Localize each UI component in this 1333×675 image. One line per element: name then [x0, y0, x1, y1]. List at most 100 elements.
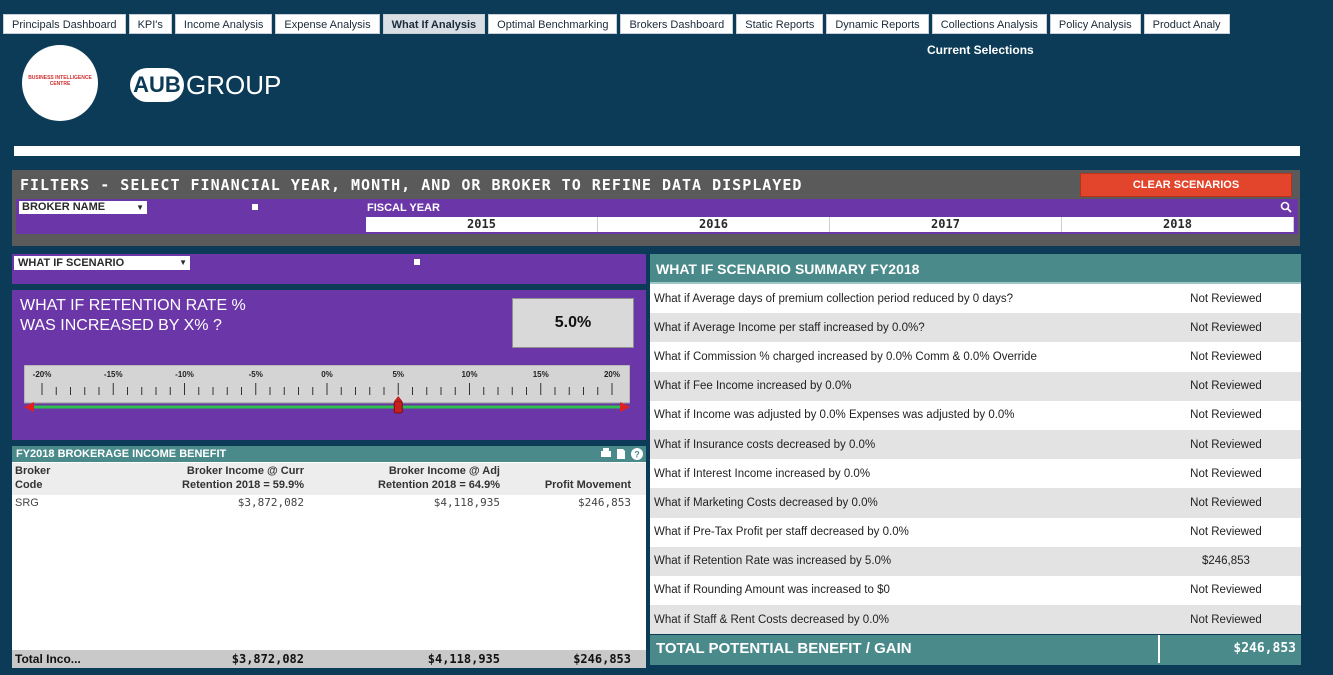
current-selections-label[interactable]: Current Selections — [927, 43, 1034, 57]
bic-logo-text: BUSINESS INTELLIGENCE CENTRE — [28, 75, 92, 87]
slider-tick-label: -5% — [249, 370, 263, 379]
summary-row: What if Staff & Rent Costs decreased by … — [650, 605, 1301, 635]
tab-kpi-s[interactable]: KPI's — [128, 14, 172, 34]
slider-tick-label: 15% — [533, 370, 549, 379]
summary-row: What if Average Income per staff increas… — [650, 313, 1301, 343]
tab-product-analy[interactable]: Product Analy — [1143, 14, 1230, 34]
tab-income-analysis[interactable]: Income Analysis — [174, 14, 273, 34]
broker-name-dropdown[interactable]: BROKER NAME ▼ — [19, 201, 147, 214]
summary-row: What if Marketing Costs decreased by 0.0… — [650, 488, 1301, 518]
brokerage-table-title-text: FY2018 BROKERAGE INCOME BENEFIT — [16, 448, 227, 460]
slider-tick-label: 20% — [604, 370, 620, 379]
retention-title: WHAT IF RETENTION RATE % WAS INCREASED B… — [20, 296, 246, 336]
summary-question: What if Rounding Amount was increased to… — [654, 584, 890, 597]
summary-total-value: $246,853 — [1158, 635, 1300, 663]
summary-status: Not Reviewed — [1190, 526, 1262, 539]
svg-text:?: ? — [634, 450, 640, 460]
header-profit-movement[interactable]: Profit Movement — [500, 478, 631, 492]
clear-scenarios-button[interactable]: CLEAR SCENARIOS — [1080, 173, 1292, 197]
summary-question: What if Insurance costs decreased by 0.0… — [654, 438, 876, 451]
brokerage-table-title: FY2018 BROKERAGE INCOME BENEFIT ? — [12, 446, 646, 462]
summary-rows: What if Average days of premium collecti… — [650, 284, 1301, 635]
retention-slider[interactable]: -20% -15% -10% -5% 0% 5% 10% 15% 20% — [24, 365, 630, 425]
summary-title: WHAT IF SCENARIO SUMMARY FY2018 — [650, 254, 1301, 284]
what-if-scenario-bar: WHAT IF SCENARIO ▼ — [12, 254, 646, 284]
header-income-curr[interactable]: Broker Income @ Curr Retention 2018 = 59… — [94, 464, 304, 492]
header-income-adj-line2: Retention 2018 = 64.9% — [378, 479, 500, 491]
summary-question: What if Interest Income increased by 0.0… — [654, 467, 871, 480]
broker-name-label: BROKER NAME — [22, 201, 106, 213]
summary-total-label: TOTAL POTENTIAL BENEFIT / GAIN — [656, 640, 912, 657]
summary-row: What if Fee Income increased by 0.0% Not … — [650, 371, 1301, 401]
table-row[interactable]: SRG $3,872,082 $4,118,935 $246,853 — [12, 496, 646, 510]
header-income-adj[interactable]: Broker Income @ Adj Retention 2018 = 64.… — [304, 464, 500, 492]
tab-bar: Principals Dashboard KPI's Income Analysis… — [0, 0, 1333, 42]
tabs: Principals Dashboard KPI's Income Analysis… — [0, 14, 1230, 36]
slider-tick-label: 0% — [321, 370, 333, 379]
header-broker-code-line2: Code — [15, 479, 43, 491]
slider-handle[interactable] — [393, 400, 403, 414]
search-icon[interactable] — [1280, 201, 1292, 213]
header-income-curr-line2: Retention 2018 = 59.9% — [182, 479, 304, 491]
summary-question: What if Average days of premium collecti… — [654, 292, 1014, 305]
filter-row: BROKER NAME ▼ FISCAL YEAR 2015 2016 2017 20… — [16, 199, 1298, 234]
tab-optimal-benchmarking[interactable]: Optimal Benchmarking — [488, 14, 618, 34]
slider-tick-label: -20% — [33, 370, 52, 379]
summary-status: Not Reviewed — [1190, 292, 1262, 305]
summary-row: What if Commission % charged increased b… — [650, 342, 1301, 372]
table-total-row: Total Inco... $3,872,082 $4,118,935 $246… — [12, 650, 646, 668]
summary-question: What if Commission % charged increased b… — [654, 350, 1037, 363]
print-icon[interactable] — [600, 447, 612, 461]
summary-row: What if Pre-Tax Profit per staff decreas… — [650, 517, 1301, 547]
header-broker-code[interactable]: Broker Code — [15, 464, 50, 492]
tab-policy-analysis[interactable]: Policy Analysis — [1049, 14, 1141, 34]
summary-row: What if Interest Income increased by 0.0… — [650, 459, 1301, 489]
fiscal-year-2017[interactable]: 2017 — [830, 217, 1062, 232]
slider-tick-label: -15% — [104, 370, 123, 379]
retention-title-line2: WAS INCREASED BY X% ? — [20, 317, 222, 334]
tab-expense-analysis[interactable]: Expense Analysis — [275, 14, 380, 34]
header-income-curr-line1: Broker Income @ Curr — [186, 465, 304, 477]
brokerage-income-table: FY2018 BROKERAGE INCOME BENEFIT ? Broker… — [12, 446, 646, 668]
summary-row: What if Income was adjusted by 0.0% Expe… — [650, 400, 1301, 430]
total-curr: $3,872,082 — [231, 652, 304, 666]
cell-profit-movement: $246,853 — [578, 496, 631, 509]
table-header: Broker Code Broker Income @ Curr Retenti… — [12, 463, 646, 495]
summary-status: $246,853 — [1201, 555, 1250, 568]
retention-rate-panel: WHAT IF RETENTION RATE % WAS INCREASED B… — [12, 290, 646, 440]
tab-principals-dashboard[interactable]: Principals Dashboard — [3, 14, 126, 34]
tab-brokers-dashboard[interactable]: Brokers Dashboard — [620, 14, 734, 34]
fiscal-year-2016[interactable]: 2016 — [598, 217, 830, 232]
summary-status: Not Reviewed — [1190, 613, 1262, 626]
summary-question: What if Fee Income increased by 0.0% — [654, 380, 852, 393]
scenario-summary-panel: WHAT IF SCENARIO SUMMARY FY2018 What if … — [650, 254, 1301, 665]
summary-row: What if Retention Rate was increased by … — [650, 546, 1301, 576]
summary-status: Not Reviewed — [1190, 496, 1262, 509]
slider-tick-label: 5% — [392, 370, 404, 379]
summary-question: What if Average Income per staff increas… — [654, 321, 925, 334]
aub-group-text: GROUP — [186, 69, 282, 100]
tab-collections-analysis[interactable]: Collections Analysis — [931, 14, 1047, 34]
retention-value-box: 5.0% — [512, 298, 634, 348]
tab-static-reports[interactable]: Static Reports — [736, 14, 824, 34]
summary-question: What if Retention Rate was increased by … — [654, 555, 892, 568]
what-if-scenario-dropdown[interactable]: WHAT IF SCENARIO ▼ — [14, 256, 190, 270]
retention-title-line1: WHAT IF RETENTION RATE % — [20, 297, 246, 314]
tab-what-if-analysis[interactable]: What If Analysis — [382, 14, 486, 34]
fiscal-year-label: FISCAL YEAR — [367, 202, 440, 214]
summary-status: Not Reviewed — [1190, 467, 1262, 480]
summary-question: What if Pre-Tax Profit per staff decreas… — [654, 526, 909, 539]
fiscal-year-2018[interactable]: 2018 — [1062, 217, 1294, 232]
help-icon[interactable]: ? — [630, 447, 644, 461]
tab-dynamic-reports[interactable]: Dynamic Reports — [826, 14, 929, 34]
export-icon[interactable] — [615, 447, 627, 461]
total-profit: $246,853 — [573, 652, 631, 666]
summary-question: What if Staff & Rent Costs decreased by … — [654, 613, 890, 626]
slider-tick-label: -10% — [175, 370, 194, 379]
bic-logo: BUSINESS INTELLIGENCE CENTRE — [22, 45, 98, 121]
header-income-adj-line1: Broker Income @ Adj — [388, 465, 500, 477]
summary-question: What if Income was adjusted by 0.0% Expe… — [654, 409, 1015, 422]
what-if-scenario-label: WHAT IF SCENARIO — [18, 257, 125, 269]
fiscal-year-2015[interactable]: 2015 — [366, 217, 598, 232]
total-label: Total Inco... — [15, 652, 81, 666]
